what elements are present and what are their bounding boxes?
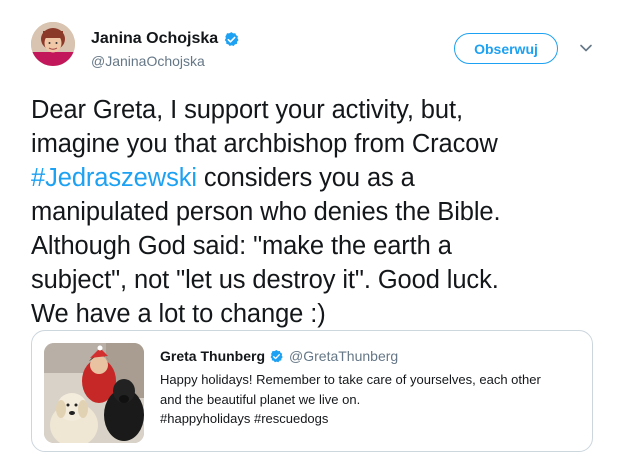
quoted-tweet[interactable]: Greta Thunberg @GretaThunberg Happy holi… (31, 330, 593, 452)
author-display-name[interactable]: Janina Ochojska (91, 30, 218, 48)
hashtag-link[interactable]: #Jedraszewski (31, 164, 197, 192)
quoted-tweet-line: Happy holidays! Remember to take care of… (160, 372, 541, 387)
quoted-tweet-line: and the beautiful planet we live on. (160, 391, 361, 407)
chevron-down-icon[interactable] (578, 40, 594, 56)
quoted-author-name[interactable]: Greta Thunberg (160, 348, 265, 364)
tweet-card: Janina Ochojska @JaninaOchojska Obserwuj… (0, 0, 624, 458)
author-handle[interactable]: @JaninaOchojska (91, 53, 205, 69)
verified-badge-icon (269, 349, 284, 364)
author-avatar[interactable] (31, 22, 75, 66)
quoted-tweet-photo[interactable] (44, 343, 144, 443)
quoted-tweet-text: Happy holidays! Remember to take care of… (160, 370, 580, 429)
tweet-text: Dear Greta, I support your activity, but… (31, 93, 611, 331)
verified-badge-icon (223, 31, 240, 48)
author-name-row[interactable]: Janina Ochojska (91, 30, 240, 48)
quoted-tweet-header: Greta Thunberg @GretaThunberg (160, 348, 398, 364)
quoted-tweet-line: #happyholidays #rescuedogs (160, 411, 329, 426)
follow-button[interactable]: Obserwuj (454, 33, 558, 64)
quoted-author-handle[interactable]: @GretaThunberg (289, 348, 398, 364)
tweet-text-part-1: Dear Greta, I support your activity, but… (31, 96, 498, 158)
